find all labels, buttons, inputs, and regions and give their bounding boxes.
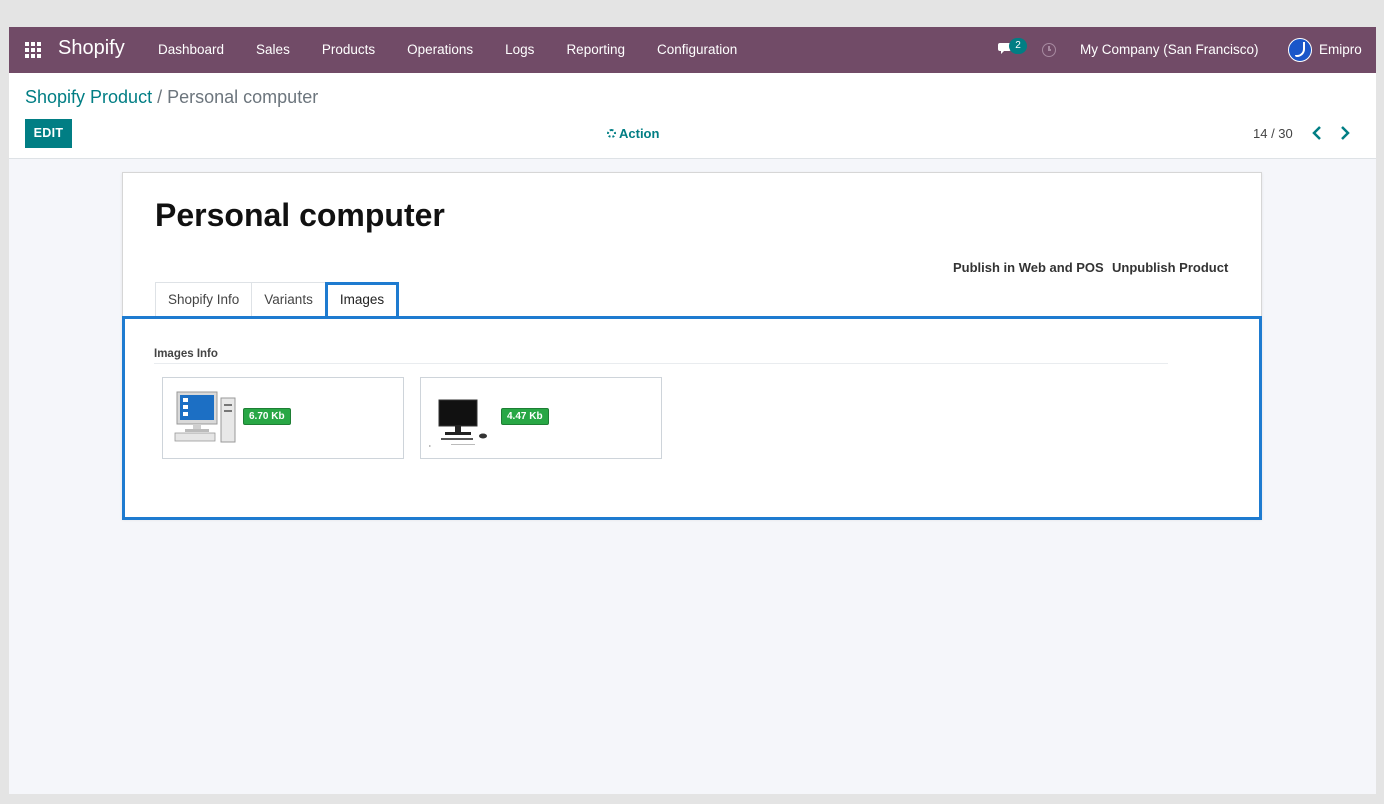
menu-item-products[interactable]: Products [306, 27, 391, 73]
menu-item-sales[interactable]: Sales [240, 27, 306, 73]
top-navbar: Shopify Dashboard Sales Products Operati… [9, 27, 1376, 73]
breadcrumb-parent-link[interactable]: Shopify Product [25, 87, 152, 107]
chevron-right-icon [1341, 126, 1350, 140]
file-size-badge: 4.47 Kb [501, 408, 549, 425]
file-size-badge: 6.70 Kb [243, 408, 291, 425]
apps-menu-icon[interactable] [25, 42, 41, 58]
pager-next-button[interactable] [1338, 125, 1352, 141]
breadcrumb-current: Personal computer [167, 87, 319, 107]
menu-item-dashboard[interactable]: Dashboard [142, 27, 240, 73]
monitor-icon [429, 399, 487, 447]
control-panel: Shopify Product / Personal computer EDIT… [9, 73, 1376, 159]
menu-item-reporting[interactable]: Reporting [550, 27, 641, 73]
publish-button[interactable]: Publish in Web and POS [953, 260, 1104, 275]
company-switcher[interactable]: My Company (San Francisco) [1080, 42, 1259, 57]
tab-shopify-info[interactable]: Shopify Info [155, 282, 253, 316]
pager-previous-button[interactable] [1310, 125, 1324, 141]
notebook-tabs: Shopify Info Variants Images [155, 282, 400, 316]
action-label: Action [619, 126, 660, 141]
tab-variants[interactable]: Variants [251, 282, 326, 316]
menu-item-operations[interactable]: Operations [391, 27, 489, 73]
section-divider [154, 363, 1168, 364]
chat-count-badge: 2 [1009, 38, 1027, 54]
form-sheet: Personal computer Publish in Web and POS… [122, 172, 1262, 520]
image-card[interactable]: 6.70 Kb [162, 377, 404, 459]
desktop-computer-icon [174, 391, 236, 443]
user-menu[interactable]: Emipro [1319, 42, 1362, 57]
edit-button[interactable]: EDIT [25, 119, 72, 148]
image-card[interactable]: 4.47 Kb [420, 377, 662, 459]
images-section-title: Images Info [154, 348, 218, 360]
tab-images[interactable]: Images [324, 282, 400, 316]
user-avatar[interactable] [1288, 38, 1312, 62]
breadcrumb: Shopify Product / Personal computer [25, 87, 318, 108]
app-brand[interactable]: Shopify [58, 37, 125, 60]
activity-clock-icon[interactable] [1042, 43, 1056, 57]
menu-item-configuration[interactable]: Configuration [641, 27, 753, 73]
pager-value[interactable]: 14 / 30 [1253, 126, 1293, 141]
unpublish-button[interactable]: Unpublish Product [1112, 260, 1228, 275]
main-menu: Dashboard Sales Products Operations Logs… [142, 27, 753, 73]
images-tab-pane: Images Info 6.70 Kb 4.47 Kb [122, 316, 1262, 520]
breadcrumb-separator: / [157, 87, 163, 107]
action-dropdown[interactable]: Action [607, 126, 659, 141]
app-window: Shopify Dashboard Sales Products Operati… [9, 27, 1376, 794]
gear-icon [607, 129, 616, 138]
chevron-left-icon [1312, 126, 1321, 140]
menu-item-logs[interactable]: Logs [489, 27, 550, 73]
product-title: Personal computer [155, 197, 445, 233]
